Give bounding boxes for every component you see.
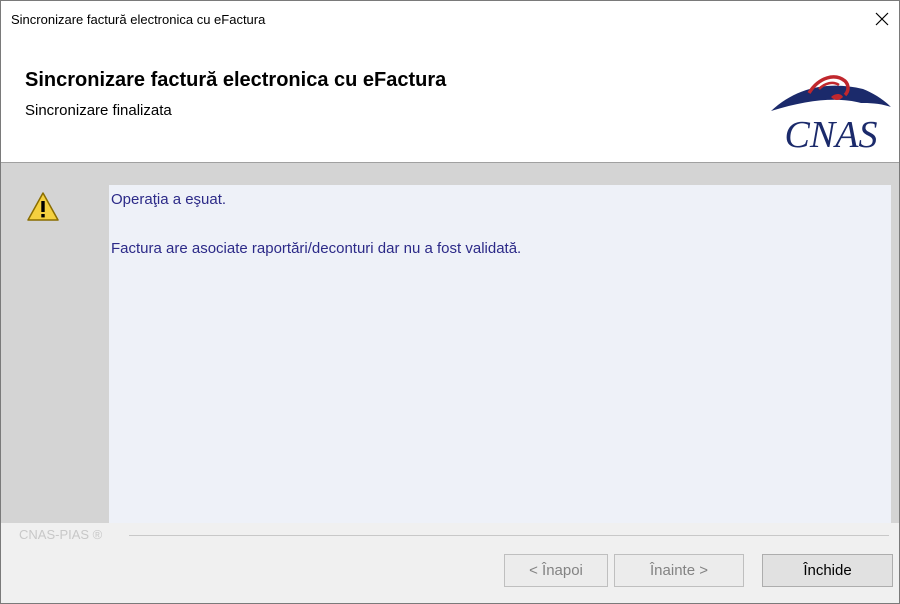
wizard-header: Sincronizare factură electronica cu eFac… <box>1 37 899 163</box>
page-title: Sincronizare factură electronica cu eFac… <box>25 69 447 91</box>
brand-label: CNAS-PIAS ® <box>19 527 103 542</box>
error-detail: Factura are asociate raportări/deconturi… <box>111 240 522 257</box>
title-bar: Sincronizare factură electronica cu eFac… <box>1 1 899 37</box>
cnas-logo: CNAS <box>771 75 891 153</box>
separator-line <box>129 535 889 536</box>
back-button[interactable]: < Înapoi <box>504 554 608 587</box>
footer-separator: CNAS-PIAS ® <box>1 523 899 545</box>
close-button[interactable]: Închide <box>762 554 893 587</box>
window-close-button[interactable] <box>865 1 899 37</box>
wizard-content: Operaţia a eşuat. Factura are asociate r… <box>1 163 899 523</box>
error-title: Operaţia a eşuat. <box>111 191 227 208</box>
logo-text: CNAS <box>785 114 878 153</box>
message-panel: Operaţia a eşuat. Factura are asociate r… <box>109 185 891 523</box>
page-subtitle: Sincronizare finalizata <box>25 102 172 119</box>
warning-icon <box>27 192 59 221</box>
next-button[interactable]: Înainte > <box>614 554 744 587</box>
wizard-dialog: Sincronizare factură electronica cu eFac… <box>0 0 900 604</box>
window-title: Sincronizare factură electronica cu eFac… <box>11 12 266 27</box>
close-icon <box>875 12 889 26</box>
